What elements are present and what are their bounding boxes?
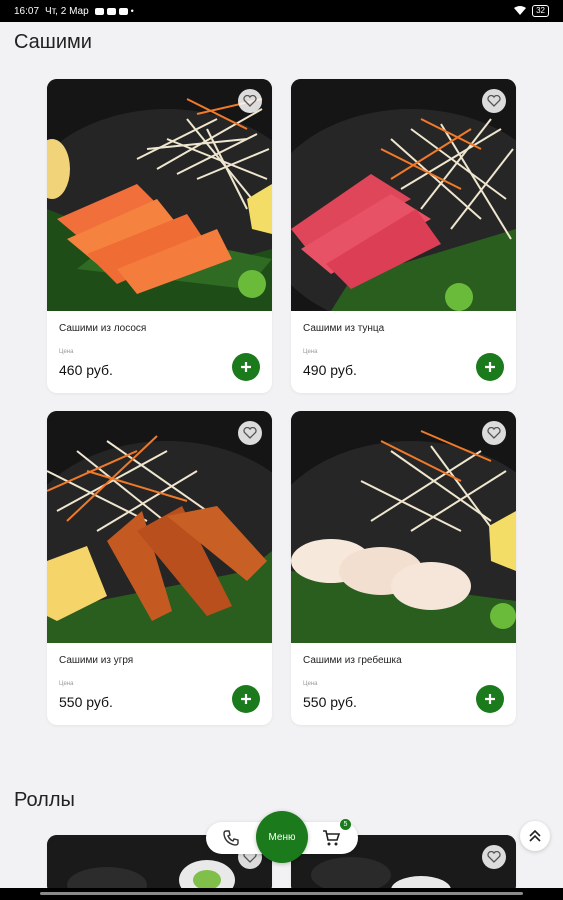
- notification-icons: •: [94, 6, 134, 16]
- heart-icon: [487, 427, 501, 439]
- add-to-cart-button[interactable]: [476, 685, 504, 713]
- home-indicator-bar[interactable]: [40, 892, 523, 895]
- add-to-cart-button[interactable]: [476, 353, 504, 381]
- favorite-button[interactable]: [482, 845, 506, 869]
- add-to-cart-button[interactable]: [232, 685, 260, 713]
- plus-icon: [241, 362, 251, 372]
- section-title-rolls: Роллы: [14, 789, 75, 811]
- call-button[interactable]: [220, 828, 242, 848]
- price-caption: Цена: [303, 681, 318, 687]
- product-photo-scallop: [291, 411, 516, 643]
- product-card[interactable]: Сашими из тунца Цена 490 руб.: [291, 79, 516, 393]
- battery-indicator: 32: [532, 5, 549, 17]
- status-bar: 16:07 Чт, 2 Мар • 32: [0, 0, 563, 22]
- product-name: Сашими из гребешка: [303, 655, 402, 666]
- wifi-icon: [514, 6, 527, 15]
- product-photo-tuna: [291, 79, 516, 311]
- product-photo-salmon: [47, 79, 272, 311]
- favorite-button[interactable]: [238, 89, 262, 113]
- product-card[interactable]: Сашими из лосося Цена 460 руб.: [47, 79, 272, 393]
- price-caption: Цена: [59, 349, 74, 355]
- plus-icon: [241, 694, 251, 704]
- double-chevron-up-icon: [529, 829, 541, 842]
- scroll-to-top-button[interactable]: [520, 821, 550, 851]
- phone-icon: [223, 830, 239, 846]
- price-caption: Цена: [303, 349, 318, 355]
- menu-button[interactable]: Меню: [256, 811, 308, 863]
- product-name: Сашими из тунца: [303, 323, 385, 334]
- plus-icon: [485, 694, 495, 704]
- heart-icon: [243, 95, 257, 107]
- product-price: 550 руб.: [303, 694, 357, 710]
- heart-icon: [487, 95, 501, 107]
- product-price: 550 руб.: [59, 694, 113, 710]
- plus-icon: [485, 362, 495, 372]
- product-card[interactable]: Сашими из угря Цена 550 руб.: [47, 411, 272, 725]
- section-title-sashimi: Сашими: [14, 31, 92, 53]
- add-to-cart-button[interactable]: [232, 353, 260, 381]
- status-date: Чт, 2 Мар: [45, 5, 89, 17]
- status-time: 16:07: [14, 5, 40, 17]
- product-price: 460 руб.: [59, 362, 113, 378]
- product-name: Сашими из угря: [59, 655, 134, 666]
- favorite-button[interactable]: [238, 421, 262, 445]
- price-caption: Цена: [59, 681, 74, 687]
- product-price: 490 руб.: [303, 362, 357, 378]
- cart-count-badge: 5: [340, 819, 351, 830]
- cart-button[interactable]: [320, 828, 342, 848]
- heart-icon: [487, 851, 501, 863]
- favorite-button[interactable]: [482, 89, 506, 113]
- favorite-button[interactable]: [482, 421, 506, 445]
- heart-icon: [243, 427, 257, 439]
- product-name: Сашими из лосося: [59, 323, 147, 334]
- product-card[interactable]: Сашими из гребешка Цена 550 руб.: [291, 411, 516, 725]
- cart-icon: [323, 830, 340, 846]
- product-photo-eel: [47, 411, 272, 643]
